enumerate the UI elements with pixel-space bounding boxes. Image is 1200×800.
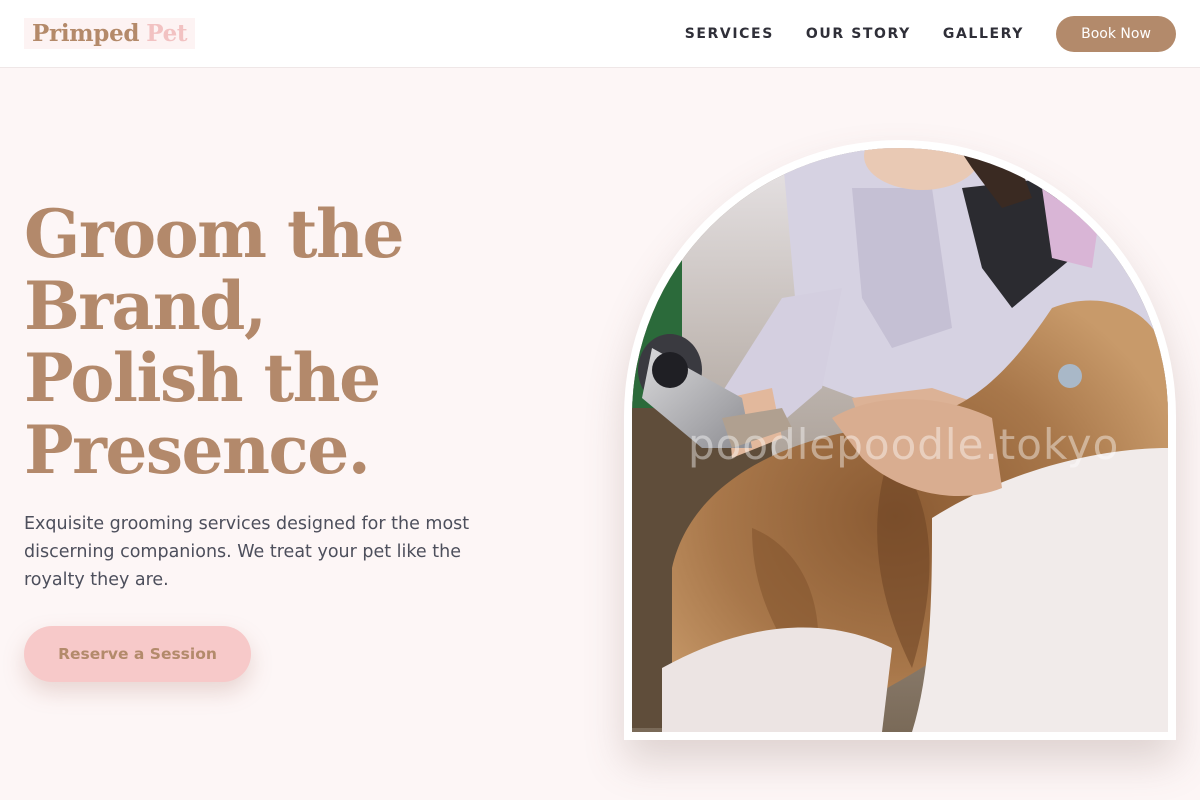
site-header: Primped Pet SERVICES OUR STORY GALLERY B…	[0, 0, 1200, 68]
nav-link-our-story[interactable]: OUR STORY	[806, 26, 911, 42]
hero-image-frame: poodlepoodle.tokyo	[624, 140, 1176, 740]
hero-title-line: Presence.	[24, 411, 371, 489]
hero-title: Groom the Brand, Polish the Presence.	[24, 198, 584, 486]
hero-description: Exquisite grooming services designed for…	[24, 514, 470, 590]
hero-title-line: Brand,	[24, 267, 267, 345]
brand-logo[interactable]: Primped Pet	[24, 18, 196, 49]
dog-grooming-photo: poodlepoodle.tokyo	[632, 148, 1168, 732]
nav-link-services[interactable]: SERVICES	[685, 26, 774, 42]
brand-name-secondary: Pet	[146, 20, 188, 47]
brand-name-primary: Primped	[32, 20, 140, 47]
image-watermark: poodlepoodle.tokyo	[688, 420, 1120, 469]
nav-link-gallery[interactable]: GALLERY	[943, 26, 1024, 42]
hero-title-line: Groom the	[24, 195, 404, 273]
hero-title-line: Polish the	[24, 339, 381, 417]
book-now-button[interactable]: Book Now	[1056, 16, 1176, 52]
main-nav: SERVICES OUR STORY GALLERY	[685, 0, 1024, 68]
reserve-session-button[interactable]: Reserve a Session	[24, 626, 251, 682]
